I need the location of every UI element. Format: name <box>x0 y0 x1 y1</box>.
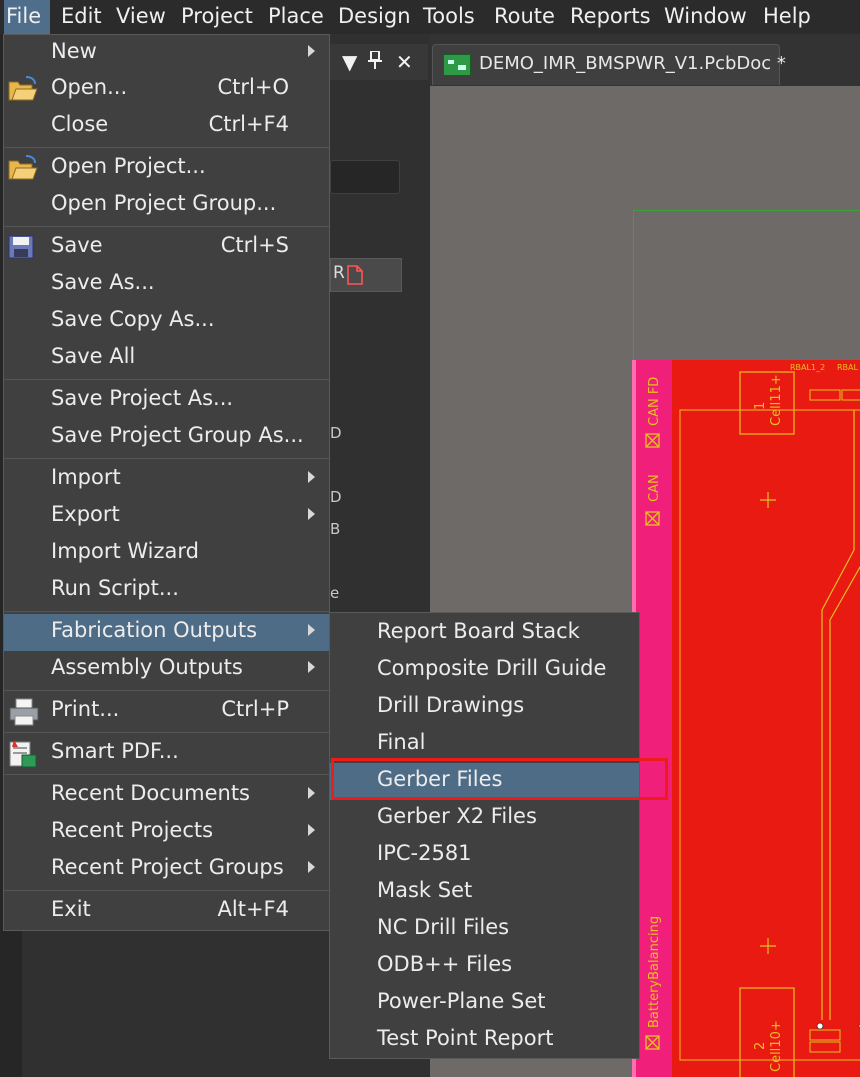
menu-bar: File Edit View Project Place Design Tool… <box>0 0 860 34</box>
pcb-label: RBAL <box>837 363 859 372</box>
menu-item-open-project[interactable]: Open Project... <box>4 150 329 187</box>
submenu-item-mask-set[interactable]: Mask Set <box>330 874 639 911</box>
submenu-item-drill-drawings[interactable]: Drill Drawings <box>330 689 639 726</box>
panel-row: B <box>330 520 341 538</box>
menu-item-save-project-as[interactable]: Save Project As... <box>4 382 329 419</box>
menu-item-recent-projects[interactable]: Recent Projects <box>4 814 329 851</box>
menu-edit[interactable]: Edit <box>59 0 104 34</box>
printer-icon <box>9 698 39 726</box>
pcb-label: 2 <box>753 1042 768 1050</box>
document-tab[interactable]: DEMO_IMR_BMSPWR_V1.PcbDoc * <box>432 44 786 85</box>
document-icon <box>347 265 363 285</box>
panel-row: D <box>330 488 342 506</box>
menu-item-close[interactable]: Close Ctrl+F4 <box>4 108 329 145</box>
menu-item-run-script[interactable]: Run Script... <box>4 572 329 609</box>
panel-row: D <box>330 424 342 442</box>
menu-item-smart-pdf[interactable]: Smart PDF... <box>4 735 329 774</box>
submenu-item-test-point-report[interactable]: Test Point Report <box>330 1022 639 1058</box>
panel-search-input[interactable] <box>330 160 400 194</box>
menu-item-save-project-group-as[interactable]: Save Project Group As... <box>4 419 329 456</box>
document-tab-title: DEMO_IMR_BMSPWR_V1.PcbDoc * <box>479 53 786 74</box>
chevron-right-icon <box>308 787 315 799</box>
menu-item-fabrication-outputs[interactable]: Fabrication Outputs <box>4 614 329 651</box>
pcb-board: CAN FD CAN BatteryBalancing 1 Cell11+ 2 … <box>632 360 860 1077</box>
menu-item-export[interactable]: Export <box>4 498 329 535</box>
panel-pin-icon[interactable] <box>368 50 382 74</box>
submenu-item-gerber-x2-files[interactable]: Gerber X2 Files <box>330 800 639 837</box>
highlight-box <box>331 758 668 800</box>
chevron-right-icon <box>308 471 315 483</box>
panel-dropdown-icon[interactable]: ▼ <box>342 50 357 74</box>
panel-close-icon[interactable]: ✕ <box>396 50 413 74</box>
menu-help[interactable]: Help <box>761 0 813 34</box>
chevron-right-icon <box>308 45 315 57</box>
pcb-label: CAN <box>647 474 662 502</box>
menu-item-recent-project-groups[interactable]: Recent Project Groups <box>4 851 329 888</box>
menu-item-assembly-outputs[interactable]: Assembly Outputs <box>4 651 329 688</box>
panel-project-item[interactable]: R <box>330 258 402 292</box>
floppy-disk-icon <box>8 235 34 259</box>
menu-item-recent-documents[interactable]: Recent Documents <box>4 777 329 814</box>
menu-item-save-all[interactable]: Save All <box>4 340 329 377</box>
submenu-item-power-plane-set[interactable]: Power-Plane Set <box>330 985 639 1022</box>
menu-project[interactable]: Project <box>179 0 255 34</box>
menu-item-save-as[interactable]: Save As... <box>4 266 329 303</box>
menu-item-import-wizard[interactable]: Import Wizard <box>4 535 329 572</box>
pcb-label: Cell11+ <box>769 374 784 426</box>
menu-place[interactable]: Place <box>266 0 326 34</box>
chevron-right-icon <box>308 661 315 673</box>
menu-item-save[interactable]: Save Ctrl+S <box>4 229 329 266</box>
pcb-label: BatteryBalancing <box>647 916 662 1028</box>
menu-route[interactable]: Route <box>492 0 557 34</box>
menu-file[interactable]: File <box>4 0 50 34</box>
menu-window[interactable]: Window <box>662 0 749 34</box>
pcb-label: CAN FD <box>647 377 662 426</box>
submenu-item-nc-drill-files[interactable]: NC Drill Files <box>330 911 639 948</box>
menu-item-open-project-group[interactable]: Open Project Group... <box>4 187 329 224</box>
submenu-item-report-board-stack[interactable]: Report Board Stack <box>330 615 639 652</box>
menu-item-exit[interactable]: Exit Alt+F4 <box>4 893 329 930</box>
file-menu: New Open... Ctrl+O Close Ctrl+F4 Open Proj… <box>3 34 330 931</box>
chevron-right-icon <box>308 624 315 636</box>
copper-pour <box>672 360 860 1077</box>
board-outline-top <box>633 210 860 212</box>
menu-item-import[interactable]: Import <box>4 461 329 498</box>
menu-design[interactable]: Design <box>336 0 413 34</box>
menu-item-print[interactable]: Print... Ctrl+P <box>4 693 329 732</box>
submenu-item-composite-drill-guide[interactable]: Composite Drill Guide <box>330 652 639 689</box>
menu-item-new[interactable]: New <box>4 35 329 71</box>
pcb-label: 1 <box>753 402 768 410</box>
smart-pdf-icon <box>9 740 37 768</box>
submenu-item-odb-files[interactable]: ODB++ Files <box>330 948 639 985</box>
submenu-item-ipc-2581[interactable]: IPC-2581 <box>330 837 639 874</box>
panel-row: e <box>330 584 340 602</box>
pcb-label: Cell10+ <box>769 1020 784 1072</box>
pcb-label: RBAL1_2 <box>790 363 825 372</box>
open-folder-icon <box>8 155 38 180</box>
open-folder-icon <box>8 76 38 101</box>
pcb-document-icon <box>443 54 471 76</box>
menu-reports[interactable]: Reports <box>568 0 653 34</box>
fabrication-outputs-submenu: Report Board Stack Composite Drill Guide… <box>329 612 640 1059</box>
menu-item-save-copy-as[interactable]: Save Copy As... <box>4 303 329 340</box>
chevron-right-icon <box>308 508 315 520</box>
chevron-right-icon <box>308 824 315 836</box>
menu-view[interactable]: View <box>114 0 168 34</box>
chevron-right-icon <box>308 861 315 873</box>
panel-title-bar: ▼ ✕ <box>330 44 428 80</box>
menu-item-open[interactable]: Open... Ctrl+O <box>4 71 329 108</box>
board-outline-left <box>633 210 635 360</box>
menu-tools[interactable]: Tools <box>421 0 477 34</box>
